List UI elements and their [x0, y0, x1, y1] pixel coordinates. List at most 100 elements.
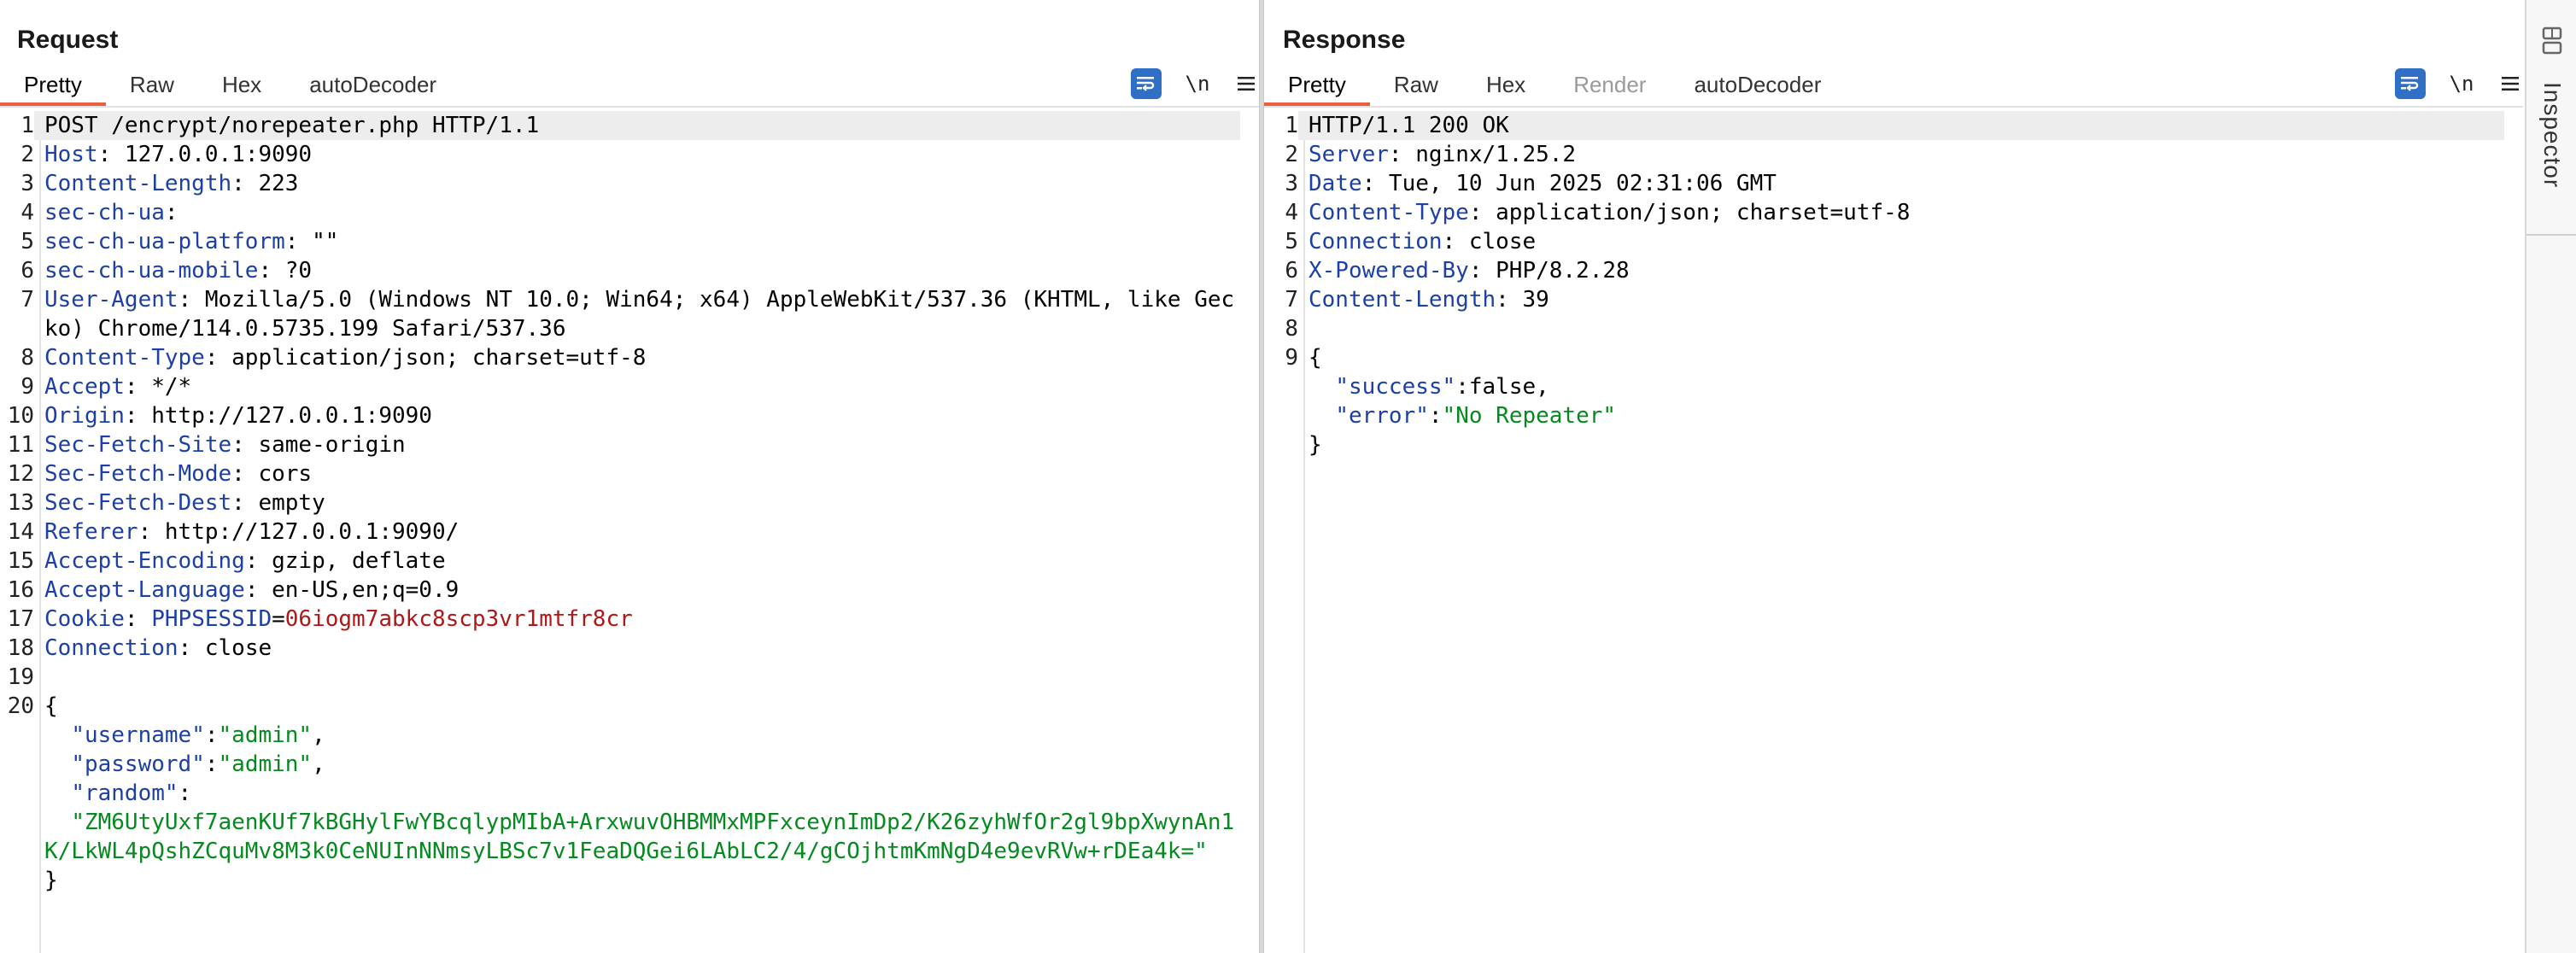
line-content[interactable]: sec-ch-ua:	[34, 198, 1240, 227]
line-number: 20	[7, 693, 34, 719]
line-content[interactable]: sec-ch-ua-platform: ""	[34, 227, 1240, 256]
line-content[interactable]: Accept: */*	[34, 372, 1240, 401]
line-content[interactable]: HTTP/1.1 200 OK	[1298, 111, 2504, 140]
line-content[interactable]: Referer: http://127.0.0.1:9090/	[34, 517, 1240, 547]
line-content[interactable]: Content-Length: 39	[1298, 285, 2504, 314]
code-line: 14 Referer: http://127.0.0.1:9090/	[0, 517, 1259, 547]
code-line: 4 Content-Type: application/json; charset…	[1264, 198, 2523, 227]
line-content[interactable]: "random":	[34, 779, 1240, 808]
code-line: 19	[0, 663, 1259, 692]
header-value: Mozilla/5.0 (Windows NT 10.0; Win64; x64…	[44, 287, 1235, 342]
header-value: en-US,en;q=0.9	[258, 577, 460, 603]
line-content[interactable]: Cookie: PHPSESSID=06iogm7abkc8scp3vr1mtf…	[34, 605, 1240, 634]
request-code[interactable]: 1 POST /encrypt/norepeater.php HTTP/1.1 2 H…	[0, 111, 1259, 895]
tab-hex[interactable]: Hex	[1462, 67, 1549, 106]
menu-button[interactable]	[1233, 68, 1259, 99]
tab-pretty[interactable]: Pretty	[0, 67, 106, 106]
menu-button[interactable]	[2497, 68, 2523, 99]
response-editor[interactable]: 1 HTTP/1.1 200 OK 2 Server: nginx/1.25.2 3 Da…	[1264, 111, 2523, 953]
line-number: 6	[1285, 258, 1298, 284]
line-content[interactable]: "ZM6UtyUxf7aenKUf7kBGHylFwYBcqlypMIbA+Ar…	[34, 808, 1240, 866]
line-content[interactable]: Server: nginx/1.25.2	[1298, 140, 2504, 169]
line-content[interactable]: "username":"admin",	[34, 721, 1240, 750]
line-content[interactable]: {	[34, 692, 1240, 721]
colon: :	[231, 432, 245, 458]
line-content[interactable]: Host: 127.0.0.1:9090	[34, 140, 1240, 169]
line-content[interactable]: Connection: close	[34, 634, 1240, 663]
line-content[interactable]: Accept-Encoding: gzip, deflate	[34, 547, 1240, 576]
json-colon: :	[1455, 374, 1469, 400]
response-code[interactable]: 1 HTTP/1.1 200 OK 2 Server: nginx/1.25.2 3 Da…	[1264, 111, 2523, 459]
inspector-icon[interactable]	[2540, 26, 2564, 61]
colon: :	[1496, 287, 1509, 313]
line-content[interactable]	[1298, 314, 2504, 343]
header-value: nginx/1.25.2	[1402, 142, 1577, 167]
header-name: sec-ch-ua-mobile	[44, 258, 259, 284]
line-number: 11	[7, 432, 34, 458]
show-newlines-button[interactable]: \n	[2444, 72, 2479, 96]
tab-pretty[interactable]: Pretty	[1264, 67, 1370, 106]
header-value: 39	[1508, 287, 1549, 313]
header-name: Accept-Encoding	[44, 548, 245, 574]
inspector-label[interactable]: Inspector	[2538, 82, 2566, 188]
request-editor[interactable]: 1 POST /encrypt/norepeater.php HTTP/1.1 2 H…	[0, 111, 1259, 953]
line-content[interactable]: }	[34, 866, 1240, 895]
tab-hex[interactable]: Hex	[198, 67, 285, 106]
line-content[interactable]: X-Powered-By: PHP/8.2.28	[1298, 256, 2504, 285]
line-content[interactable]: Content-Type: application/json; charset=…	[34, 343, 1240, 372]
tab-raw[interactable]: Raw	[106, 67, 198, 106]
line-text: }	[1308, 432, 1322, 458]
line-content[interactable]: Connection: close	[1298, 227, 2504, 256]
header-value: gzip, deflate	[258, 548, 446, 574]
line-content[interactable]: Sec-Fetch-Mode: cors	[34, 459, 1240, 488]
line-content[interactable]: "error":"No Repeater"	[1298, 401, 2504, 430]
line-content[interactable]: "success":false,	[1298, 372, 2504, 401]
json-colon: :	[1428, 403, 1443, 429]
json-colon: :	[178, 781, 192, 806]
line-content[interactable]: POST /encrypt/norepeater.php HTTP/1.1	[34, 111, 1240, 140]
line-text: {	[44, 693, 58, 719]
line-content[interactable]: }	[1298, 430, 2504, 459]
line-content[interactable]: Content-Length: 223	[34, 169, 1240, 198]
line-content[interactable]: Sec-Fetch-Site: same-origin	[34, 430, 1240, 459]
header-name: Cookie	[44, 606, 125, 632]
tab-autodecoder[interactable]: autoDecoder	[1670, 67, 1845, 106]
line-content[interactable]: Date: Tue, 10 Jun 2025 02:31:06 GMT	[1298, 169, 2504, 198]
request-toolbar: \n	[1131, 68, 1259, 99]
line-content[interactable]: {	[1298, 343, 2504, 372]
line-content[interactable]	[34, 663, 1240, 692]
line-content[interactable]: "password":"admin",	[34, 750, 1240, 779]
line-content[interactable]: Content-Type: application/json; charset=…	[1298, 198, 2504, 227]
line-content[interactable]: Sec-Fetch-Dest: empty	[34, 488, 1240, 517]
line-content[interactable]: Origin: http://127.0.0.1:9090	[34, 401, 1240, 430]
line-content[interactable]: User-Agent: Mozilla/5.0 (Windows NT 10.0…	[34, 285, 1240, 343]
code-line: 4 sec-ch-ua:	[0, 198, 1259, 227]
word-wrap-button[interactable]	[1131, 68, 1162, 99]
response-pane: Response Pretty Raw Hex Render autoDecoder \…	[1264, 0, 2523, 953]
json-colon: :	[204, 722, 219, 748]
colon: :	[231, 461, 245, 487]
header-name: sec-ch-ua-platform	[44, 229, 285, 254]
colon: :	[164, 200, 179, 225]
json-tail: ,	[312, 751, 325, 777]
line-content[interactable]: Accept-Language: en-US,en;q=0.9	[34, 576, 1240, 605]
json-tail: ,	[1536, 374, 1549, 400]
line-text: POST /encrypt/norepeater.php HTTP/1.1	[44, 113, 540, 138]
colon: :	[1468, 258, 1483, 284]
header-value: empty	[244, 490, 325, 516]
code-line: 2 Host: 127.0.0.1:9090	[0, 140, 1259, 169]
header-value: http://127.0.0.1:9090/	[151, 519, 460, 545]
header-value: same-origin	[244, 432, 406, 458]
word-wrap-button[interactable]	[2395, 68, 2426, 99]
line-number: 5	[20, 229, 34, 254]
tab-raw[interactable]: Raw	[1370, 67, 1462, 106]
code-line: 6 X-Powered-By: PHP/8.2.28	[1264, 256, 2523, 285]
json-string: "admin"	[218, 751, 313, 777]
colon: :	[1361, 171, 1376, 196]
tab-autodecoder[interactable]: autoDecoder	[285, 67, 460, 106]
line-content[interactable]: sec-ch-ua-mobile: ?0	[34, 256, 1240, 285]
header-value: http://127.0.0.1:9090	[138, 403, 432, 429]
show-newlines-button[interactable]: \n	[1180, 72, 1215, 96]
json-literal: false	[1468, 374, 1537, 400]
tab-render[interactable]: Render	[1549, 67, 1670, 106]
